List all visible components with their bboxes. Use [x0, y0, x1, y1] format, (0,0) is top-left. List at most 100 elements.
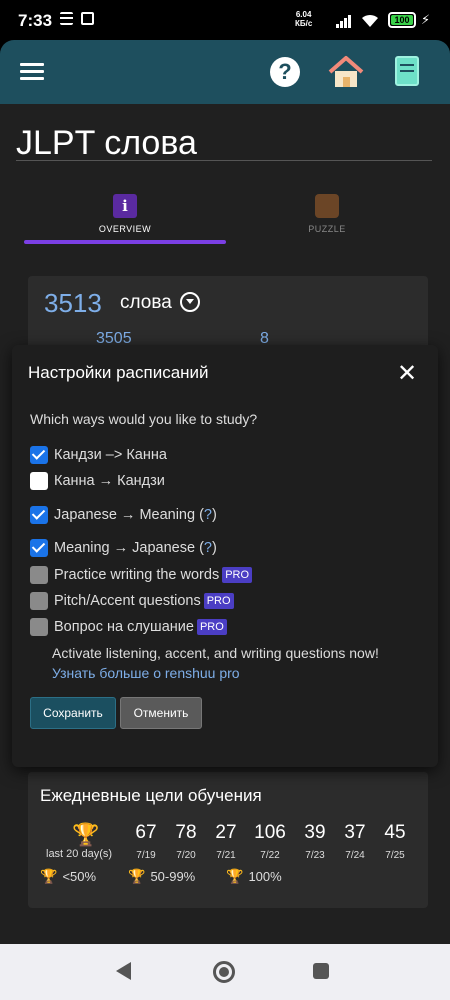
home-circle-icon[interactable] — [213, 961, 235, 983]
checkbox-disabled[interactable] — [30, 618, 48, 636]
goal-day: 67 7/19 — [126, 822, 166, 861]
charging-icon: ⚡ — [421, 12, 431, 27]
tab-puzzle[interactable]: PUZZLE — [226, 190, 428, 244]
pro-learn-more-link[interactable]: Узнать больше о renshuu pro — [52, 663, 379, 683]
chevron-down-icon[interactable] — [180, 292, 200, 312]
book-icon[interactable] — [395, 56, 419, 86]
recent-apps-icon[interactable] — [313, 963, 329, 979]
option-label: Вопрос на слушание — [54, 619, 194, 635]
status-time: 7:33 — [18, 11, 53, 30]
goal-day: 78 7/20 — [166, 822, 206, 861]
info-icon: i — [113, 194, 137, 218]
dialog-question: Which ways would you like to study? — [30, 411, 258, 427]
schedule-settings-dialog: Настройки расписаний ✕ Which ways would … — [12, 345, 438, 767]
daily-goals-card: Ежедневные цели обучения 🏆 last 20 day(s… — [28, 772, 428, 908]
checkbox-unchecked[interactable] — [30, 472, 48, 490]
trophy-icon: 🏆 — [72, 822, 100, 847]
goal-day-value: 37 — [344, 822, 366, 843]
dialog-title: Настройки расписаний — [28, 363, 209, 382]
last-days-label: last 20 day(s) — [46, 848, 113, 860]
goal-day-value: 106 — [254, 822, 286, 843]
goal-day-date: 7/25 — [385, 850, 405, 861]
network-speed-value: 6.04 — [295, 10, 312, 19]
goal-day-value: 67 — [135, 822, 157, 843]
goal-day: 37 7/24 — [335, 822, 375, 861]
signal-indicators — [336, 12, 379, 28]
option-kana-to-kanji[interactable]: Канна → Кандзи — [30, 471, 165, 491]
goal-day: 27 7/21 — [206, 822, 246, 861]
word-count: 3513 — [44, 288, 102, 318]
cell-signal-icon — [336, 14, 351, 28]
legend-label: 100% — [248, 869, 282, 884]
battery-icon: 100 — [388, 12, 416, 28]
goal-day-date: 7/20 — [176, 850, 196, 861]
wifi-icon — [361, 14, 379, 28]
hamburger-icon[interactable] — [20, 63, 44, 81]
option-label: Кандзи –> Канна — [54, 447, 167, 463]
promo-text: Activate listening, accent, and writing … — [52, 645, 379, 661]
battery-level: 100 — [391, 15, 413, 25]
goal-day-value: 27 — [215, 822, 237, 843]
status-notification-icons — [60, 12, 94, 25]
network-speed: 6.04 КБ/с — [295, 10, 312, 28]
cancel-button[interactable]: Отменить — [120, 697, 202, 729]
checkbox-checked[interactable] — [30, 539, 48, 557]
goal-day: 39 7/23 — [295, 822, 335, 861]
legend-item: 🏆 <50% — [40, 868, 96, 885]
word-count-label: слова — [120, 292, 172, 313]
trophy-bronze-icon: 🏆 — [40, 868, 58, 884]
network-speed-unit: КБ/с — [295, 19, 313, 28]
status-bar: 7:33 6.04 КБ/с 100 ⚡ — [0, 0, 450, 40]
option-meaning-to-japanese[interactable]: Meaning → Japanese (?) — [30, 538, 217, 558]
daily-goals-title: Ежедневные цели обучения — [40, 786, 262, 805]
goal-day-value: 45 — [384, 822, 406, 843]
option-pitch-accent[interactable]: Pitch/Accent questions PRO — [30, 591, 234, 611]
checkbox-checked[interactable] — [30, 506, 48, 524]
pro-promo: Activate listening, accent, and writing … — [52, 643, 379, 683]
notification-list-icon — [60, 12, 73, 25]
pro-badge: PRO — [203, 593, 234, 609]
checkbox-disabled[interactable] — [30, 592, 48, 610]
puzzle-icon — [315, 194, 339, 218]
goal-day-date: 7/24 — [345, 850, 365, 861]
help-icon[interactable]: ? — [270, 57, 300, 87]
option-suffix: ) — [212, 540, 217, 556]
option-label: Japanese → Meaning ( — [54, 507, 204, 523]
goal-day-date: 7/22 — [260, 850, 280, 861]
option-label: Practice writing the words — [54, 567, 220, 583]
app-bar: ? — [0, 40, 450, 104]
goal-day: 106 7/22 — [250, 822, 290, 861]
goal-day-date: 7/23 — [305, 850, 325, 861]
option-kanji-to-kana[interactable]: Кандзи –> Канна — [30, 445, 167, 465]
checkbox-disabled[interactable] — [30, 566, 48, 584]
help-link[interactable]: ? — [204, 540, 212, 556]
option-practice-writing[interactable]: Practice writing the words PRO — [30, 565, 253, 585]
goal-day: 45 7/25 — [375, 822, 415, 861]
tab-overview[interactable]: i OVERVIEW — [24, 190, 226, 244]
legend-label: 50-99% — [150, 869, 196, 884]
goal-day-value: 39 — [304, 822, 326, 843]
pro-badge: PRO — [196, 619, 227, 635]
system-nav-bar — [0, 944, 450, 1000]
save-button[interactable]: Сохранить — [30, 697, 116, 729]
active-tab-indicator — [24, 240, 226, 244]
option-japanese-to-meaning[interactable]: Japanese → Meaning (?) — [30, 505, 217, 525]
goal-day-date: 7/19 — [136, 850, 156, 861]
trophy-silver-icon: 🏆 — [128, 868, 146, 884]
tab-bar: i OVERVIEW PUZZLE — [24, 190, 428, 250]
home-icon[interactable] — [328, 55, 364, 89]
legend-item: 🏆 100% — [226, 868, 282, 885]
legend-label: <50% — [62, 869, 97, 884]
page-title: JLPT слова — [16, 124, 197, 162]
words-summary-card: 3513 слова 3505 8 — [28, 276, 428, 356]
option-listening[interactable]: Вопрос на слушание PRO — [30, 617, 227, 637]
back-icon[interactable] — [116, 962, 131, 980]
close-icon[interactable]: ✕ — [396, 362, 418, 386]
option-suffix: ) — [212, 507, 217, 523]
checkbox-checked[interactable] — [30, 446, 48, 464]
legend-item: 🏆 50-99% — [128, 868, 195, 885]
trophy-gold-icon: 🏆 — [226, 868, 244, 884]
goal-day-date: 7/21 — [216, 850, 236, 861]
help-link[interactable]: ? — [204, 507, 212, 523]
option-label: Канна → Кандзи — [54, 473, 165, 489]
